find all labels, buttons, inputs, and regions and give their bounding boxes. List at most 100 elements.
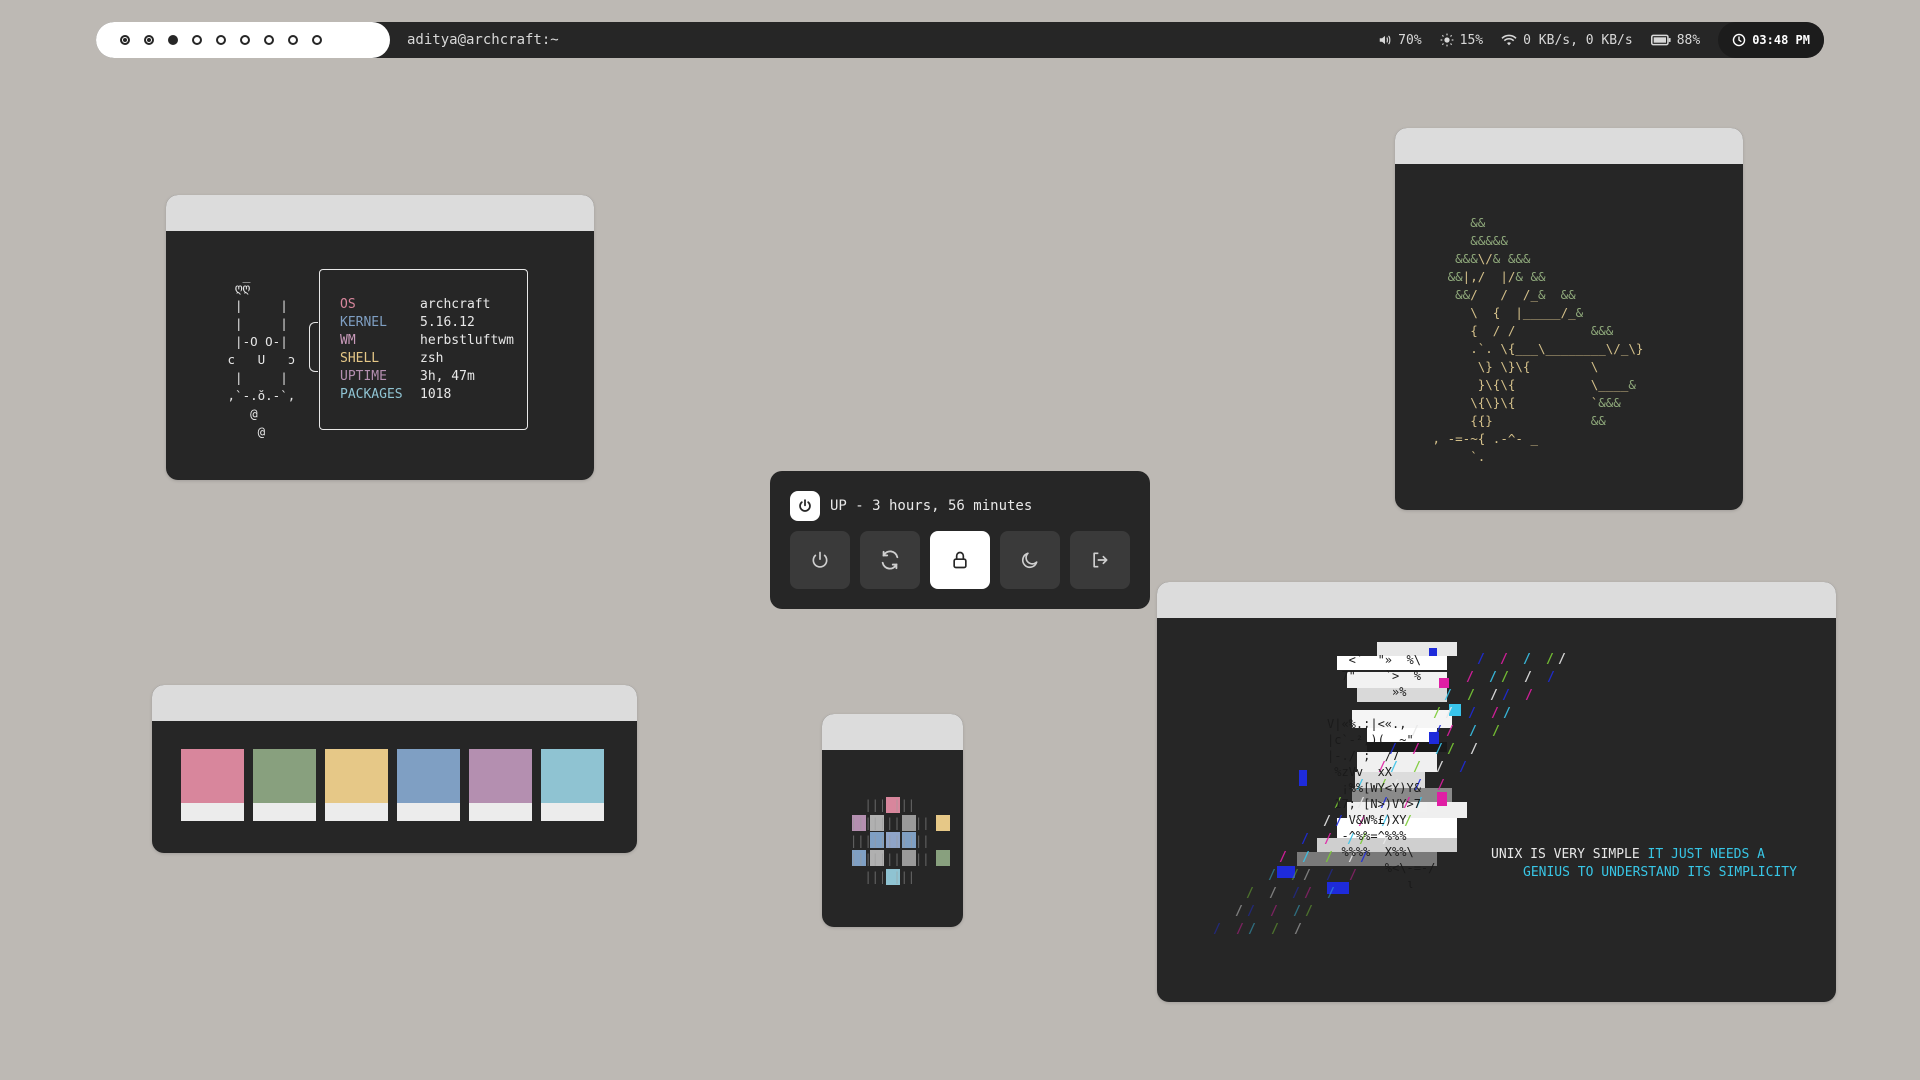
glitch-slash: /	[1470, 742, 1478, 757]
wifi-icon	[1501, 34, 1517, 46]
color-swatch-6	[541, 749, 604, 821]
glitch-slash: /	[1293, 904, 1301, 919]
info-key: KERNEL	[340, 315, 387, 330]
glitch-slash: /	[1547, 670, 1555, 685]
glitch-slash: /	[1271, 922, 1279, 937]
workspace-switcher	[96, 22, 390, 58]
glitch-slash: /	[1558, 652, 1566, 667]
glitch-slash: /	[1446, 724, 1454, 739]
glitch-slash: /	[1467, 688, 1475, 703]
glitch-slash: /	[1235, 904, 1243, 919]
glitch-slash: /	[1546, 652, 1554, 667]
workspace-1[interactable]	[120, 35, 130, 45]
glitch-slash: /	[1501, 670, 1509, 685]
workspace-3[interactable]	[168, 35, 178, 45]
glitch-slash: /	[1279, 850, 1287, 865]
workspace-4[interactable]	[192, 35, 202, 45]
volume-icon	[1379, 35, 1391, 45]
volume-value: 70%	[1398, 32, 1422, 48]
window-titlebar[interactable]	[166, 195, 594, 231]
color-swatch-5	[469, 749, 532, 821]
refresh-icon	[881, 550, 899, 570]
power-icon	[790, 491, 820, 521]
quote-cyan-1: IT JUST NEEDS A	[1647, 847, 1765, 862]
unix-window[interactable]: / / / / / / / / / / / / / / / / / / / / / / / / / / / / / / / / / / / / / / / /…	[1157, 582, 1836, 1002]
workspace-7[interactable]	[264, 35, 274, 45]
glitch-slash: /	[1489, 670, 1497, 685]
window-title: aditya@archcraft:~	[407, 32, 559, 48]
volume-indicator[interactable]: 70%	[1378, 32, 1422, 48]
glitch-slash: /	[1490, 688, 1498, 703]
network-indicator[interactable]: 0 KB/s, 0 KB/s	[1501, 33, 1633, 48]
glitch-slash: /	[1303, 868, 1311, 883]
workspace-9[interactable]	[312, 35, 322, 45]
glitch-ascii-art: / / / / / / / / / / / / / / / / / / / / / / / / / / / / / / / / / / / / / / / /…	[1177, 642, 1597, 982]
info-key: OS	[340, 297, 356, 312]
ascii-art: ღ̅̅̅̅̅̅̅̅̅ღ | | | | |-O O-| ϲ U ɔ | | ,`…	[227, 280, 296, 439]
quote-cyan-2: GENIUS TO UNDERSTAND ITS SIMPLICITY	[1523, 865, 1797, 880]
info-row-wm: WM herbstluftwm	[340, 332, 527, 350]
glitch-slash: /	[1248, 922, 1256, 937]
glitch-block	[1439, 678, 1449, 688]
glitch-slash: /	[1236, 922, 1244, 937]
network-value: 0 KB/s, 0 KB/s	[1523, 32, 1633, 48]
tree-window[interactable]: && &&&&& &&&\/& &&& &&|,/ |/& && &&/ / /…	[1395, 128, 1743, 510]
color-swatch-3	[325, 749, 388, 821]
glitch-slash: /	[1436, 760, 1444, 775]
shutdown-button[interactable]	[790, 531, 850, 589]
glitch-slash: /	[1268, 868, 1276, 883]
glitch-block	[1437, 792, 1447, 806]
mini-window[interactable]: ||| ||| ||||||||||| ||||||||||| ||||||||…	[822, 714, 963, 927]
system-info-box: OS archcraft KERNEL 5.16.12 WM herbstluftwm SH…	[319, 269, 528, 430]
window-titlebar[interactable]	[1157, 582, 1836, 618]
lock-button[interactable]	[930, 531, 990, 589]
glitch-slash: /	[1491, 706, 1499, 721]
glitch-slash: /	[1437, 778, 1445, 793]
moon-icon	[1021, 552, 1038, 569]
glitch-slash: /	[1459, 760, 1467, 775]
glitch-slash: /	[1523, 652, 1531, 667]
window-titlebar[interactable]	[1395, 128, 1743, 164]
glitch-slash: /	[1445, 706, 1453, 721]
battery-indicator[interactable]: 88%	[1650, 32, 1701, 48]
logout-button[interactable]	[1070, 531, 1130, 589]
workspace-8[interactable]	[288, 35, 298, 45]
info-value: 5.16.12	[420, 315, 475, 330]
glitch-block	[1299, 770, 1307, 786]
workspace-6[interactable]	[240, 35, 250, 45]
battery-icon	[1650, 34, 1671, 46]
glitch-slash: /	[1477, 652, 1485, 667]
window-titlebar[interactable]	[822, 714, 963, 750]
reboot-button[interactable]	[860, 531, 920, 589]
brightness-icon	[1440, 33, 1454, 47]
top-bar: aditya@archcraft:~ 70% 15% 0 KB/s, 0 KB/…	[96, 22, 1824, 58]
glitch-slash: /	[1525, 688, 1533, 703]
glitch-slash: /	[1503, 706, 1511, 721]
info-value: herbstluftwm	[420, 333, 514, 348]
glitch-slash: /	[1447, 742, 1455, 757]
palette-window[interactable]	[152, 685, 637, 853]
uptime-label: UP - 3 hours, 56 minutes	[830, 498, 1033, 514]
info-row-uptime: UPTIME 3h, 47m	[340, 368, 527, 386]
glitch-slash: /	[1247, 904, 1255, 919]
workspace-5[interactable]	[216, 35, 226, 45]
brightness-indicator[interactable]: 15%	[1440, 33, 1483, 48]
clock[interactable]: 03:48 PM	[1718, 22, 1824, 58]
battery-value: 88%	[1676, 32, 1701, 48]
power-icon	[812, 551, 828, 568]
glitch-slash: /	[1444, 688, 1452, 703]
info-value: 3h, 47m	[420, 369, 475, 384]
fetch-window[interactable]: ღ̅̅̅̅̅̅̅̅̅ღ | | | | |-O O-| ϲ U ɔ | | ,`…	[166, 195, 594, 480]
quote-text: UNIX IS VERY SIMPLE IT JUST NEEDS A GENI…	[1491, 846, 1797, 882]
color-swatch-4	[397, 749, 460, 821]
suspend-button[interactable]	[1000, 531, 1060, 589]
tree-ascii-art: && &&&&& &&&\/& &&& &&|,/ |/& && &&/ / /…	[1432, 215, 1644, 464]
info-key: SHELL	[340, 351, 380, 366]
info-key: WM	[340, 333, 356, 348]
workspace-2[interactable]	[144, 35, 154, 45]
glitch-slash: /	[1304, 886, 1312, 901]
quote-white: UNIX IS VERY SIMPLE	[1491, 847, 1648, 862]
window-titlebar[interactable]	[152, 685, 637, 721]
info-value: archcraft	[420, 297, 491, 312]
status-area: 70% 15% 0 KB/s, 0 KB/s 88% 03:48 PM	[1378, 22, 1824, 58]
